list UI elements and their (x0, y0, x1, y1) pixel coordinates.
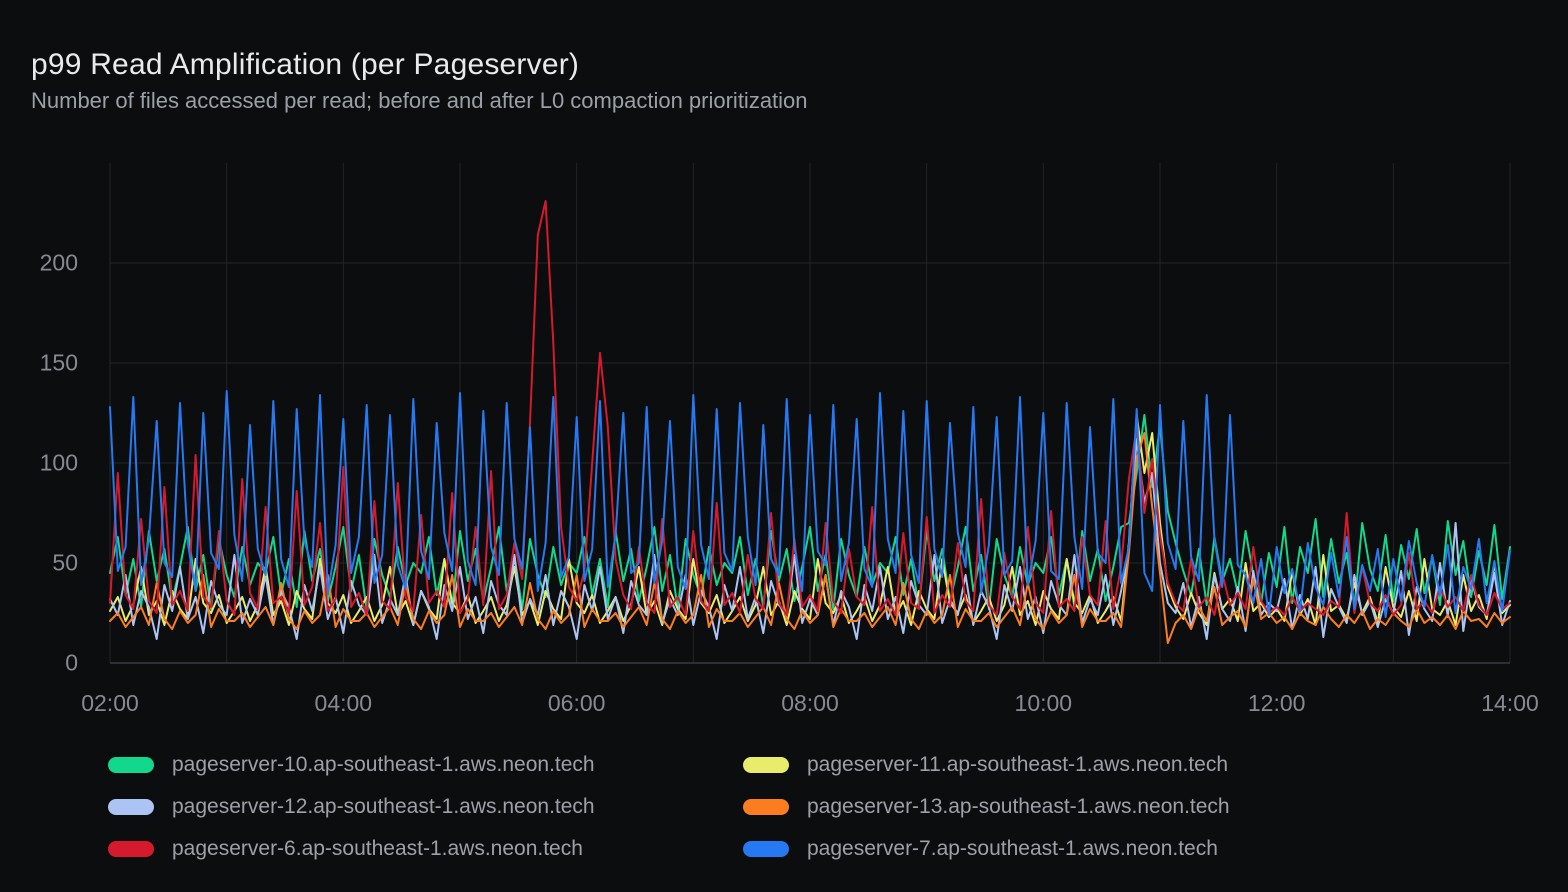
chart-subtitle: Number of files accessed per read; befor… (31, 86, 808, 116)
x-tick-label: 08:00 (781, 690, 839, 717)
x-tick-label: 14:00 (1481, 690, 1539, 717)
legend-item[interactable]: pageserver-6.ap-southeast-1.aws.neon.tec… (108, 836, 743, 861)
y-tick-label: 200 (40, 250, 78, 277)
chart-plot-area[interactable] (110, 163, 1510, 663)
legend-color-pill (743, 841, 789, 857)
legend-item-label: pageserver-11.ap-southeast-1.aws.neon.te… (807, 753, 1228, 777)
legend-color-pill (743, 799, 789, 815)
legend-item[interactable]: pageserver-11.ap-southeast-1.aws.neon.te… (743, 752, 1230, 777)
legend-item[interactable]: pageserver-7.ap-southeast-1.aws.neon.tec… (743, 836, 1230, 861)
x-tick-label: 12:00 (1248, 690, 1306, 717)
x-axis-labels: 02:0004:0006:0008:0010:0012:0014:00 (110, 690, 1510, 722)
y-tick-label: 150 (40, 350, 78, 377)
legend-item[interactable]: pageserver-13.ap-southeast-1.aws.neon.te… (743, 794, 1230, 819)
legend-color-pill (108, 841, 154, 857)
legend-item[interactable]: pageserver-10.ap-southeast-1.aws.neon.te… (108, 752, 743, 777)
y-tick-label: 0 (65, 650, 78, 677)
chart-legend: pageserver-10.ap-southeast-1.aws.neon.te… (108, 752, 1230, 861)
y-axis-labels: 050100150200 (0, 163, 90, 663)
legend-item-label: pageserver-10.ap-southeast-1.aws.neon.te… (172, 753, 595, 777)
legend-item-label: pageserver-12.ap-southeast-1.aws.neon.te… (172, 795, 595, 819)
x-tick-label: 10:00 (1015, 690, 1073, 717)
legend-item-label: pageserver-13.ap-southeast-1.aws.neon.te… (807, 795, 1230, 819)
legend-item-label: pageserver-7.ap-southeast-1.aws.neon.tec… (807, 837, 1218, 861)
legend-color-pill (743, 757, 789, 773)
x-tick-label: 06:00 (548, 690, 606, 717)
line-chart[interactable] (110, 163, 1510, 663)
dashboard-panel: { "title": "p99 Read Amplification (per … (0, 0, 1568, 892)
legend-item-label: pageserver-6.ap-southeast-1.aws.neon.tec… (172, 837, 583, 861)
page-title: p99 Read Amplification (per Pageserver) (31, 46, 579, 84)
legend-color-pill (108, 757, 154, 773)
legend-item[interactable]: pageserver-12.ap-southeast-1.aws.neon.te… (108, 794, 743, 819)
legend-color-pill (108, 799, 154, 815)
x-tick-label: 04:00 (315, 690, 373, 717)
y-tick-label: 50 (52, 550, 78, 577)
y-tick-label: 100 (40, 450, 78, 477)
x-tick-label: 02:00 (81, 690, 139, 717)
